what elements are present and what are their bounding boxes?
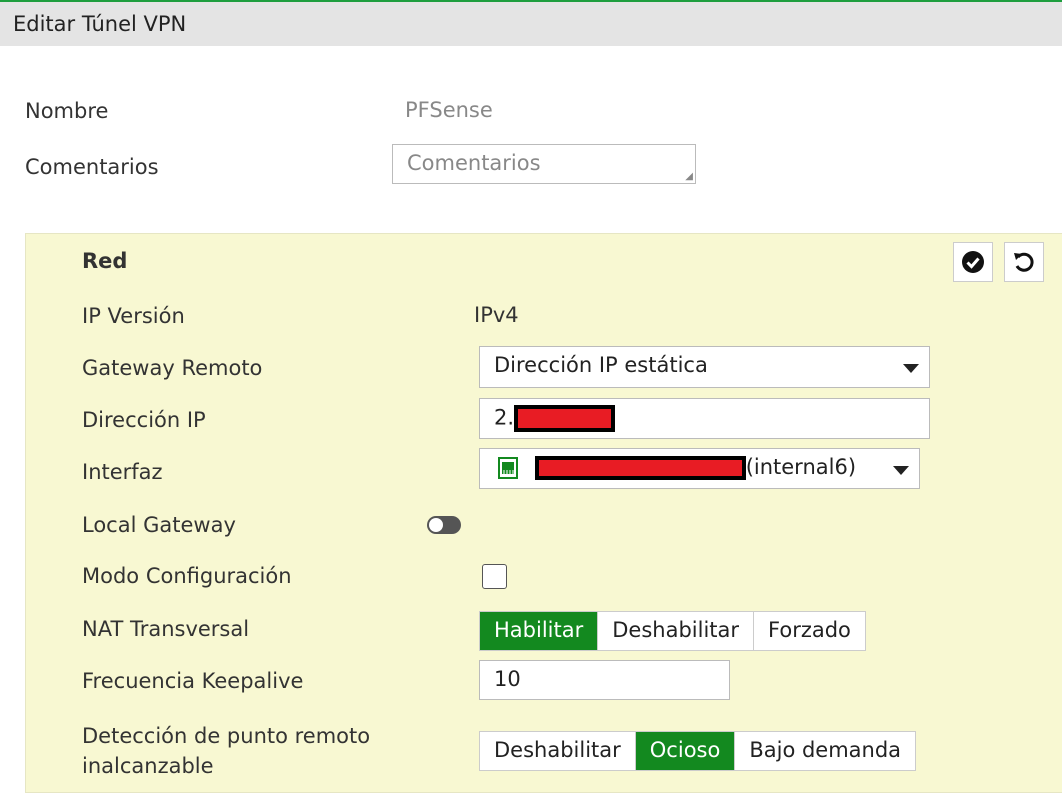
dpd-label-line2: inalcanzable bbox=[82, 754, 214, 778]
interface-value: (internal6) bbox=[745, 455, 857, 479]
undo-icon bbox=[1014, 252, 1034, 272]
check-circle-icon bbox=[962, 251, 984, 273]
dpd-option-on-demand[interactable]: Bajo demanda bbox=[735, 732, 915, 770]
remote-gateway-value: Dirección IP estática bbox=[494, 353, 708, 377]
mode-config-label: Modo Configuración bbox=[82, 564, 292, 588]
redaction bbox=[534, 456, 746, 480]
name-value: PFSense bbox=[405, 98, 493, 122]
ip-version-value: IPv4 bbox=[474, 303, 519, 327]
apply-button[interactable] bbox=[953, 242, 993, 282]
nat-option-disable[interactable]: Deshabilitar bbox=[598, 612, 755, 650]
network-port-icon bbox=[498, 457, 518, 479]
revert-button[interactable] bbox=[1004, 242, 1044, 282]
chevron-down-icon bbox=[893, 466, 909, 475]
dpd-label-line1: Detección de punto remoto bbox=[82, 724, 371, 748]
dpd-segmented-control: Deshabilitar Ocioso Bajo demanda bbox=[479, 731, 917, 771]
network-panel: Red IP Versión IPv4 Gateway Remoto Direc… bbox=[25, 233, 1062, 793]
ip-address-value: 2. bbox=[494, 405, 515, 430]
name-label: Nombre bbox=[25, 99, 109, 123]
keepalive-label: Frecuencia Keepalive bbox=[82, 669, 304, 693]
comments-placeholder: Comentarios bbox=[407, 151, 541, 175]
local-gateway-toggle[interactable] bbox=[427, 516, 461, 534]
dpd-option-idle[interactable]: Ocioso bbox=[635, 732, 736, 770]
nat-option-enable[interactable]: Habilitar bbox=[480, 612, 599, 650]
interface-label: Interfaz bbox=[82, 460, 163, 484]
keepalive-input[interactable]: 10 bbox=[479, 660, 730, 700]
ip-address-label: Dirección IP bbox=[82, 408, 206, 432]
interface-select[interactable]: (internal6) bbox=[479, 448, 920, 489]
nat-option-forced[interactable]: Forzado bbox=[754, 612, 865, 650]
remote-gateway-select[interactable]: Dirección IP estática bbox=[479, 346, 930, 388]
ip-version-label: IP Versión bbox=[82, 304, 185, 328]
nat-label: NAT Transversal bbox=[82, 617, 250, 641]
remote-gateway-label: Gateway Remoto bbox=[82, 356, 263, 380]
mode-config-checkbox[interactable] bbox=[482, 564, 507, 589]
dpd-option-disable[interactable]: Deshabilitar bbox=[480, 732, 636, 770]
resize-handle-icon[interactable]: ◢ bbox=[685, 171, 693, 182]
chevron-down-icon bbox=[903, 364, 919, 373]
redaction bbox=[514, 405, 616, 432]
nat-segmented-control: Habilitar Deshabilitar Forzado bbox=[479, 611, 866, 651]
section-title: Red bbox=[82, 249, 128, 273]
local-gateway-label: Local Gateway bbox=[82, 513, 236, 537]
ip-address-input[interactable]: 2. bbox=[479, 398, 930, 439]
comments-label: Comentarios bbox=[25, 155, 159, 179]
comments-input[interactable]: Comentarios ◢ bbox=[392, 144, 696, 184]
dialog-title: Editar Túnel VPN bbox=[0, 0, 1062, 46]
dpd-label: Detección de punto remoto inalcanzable bbox=[82, 721, 370, 781]
